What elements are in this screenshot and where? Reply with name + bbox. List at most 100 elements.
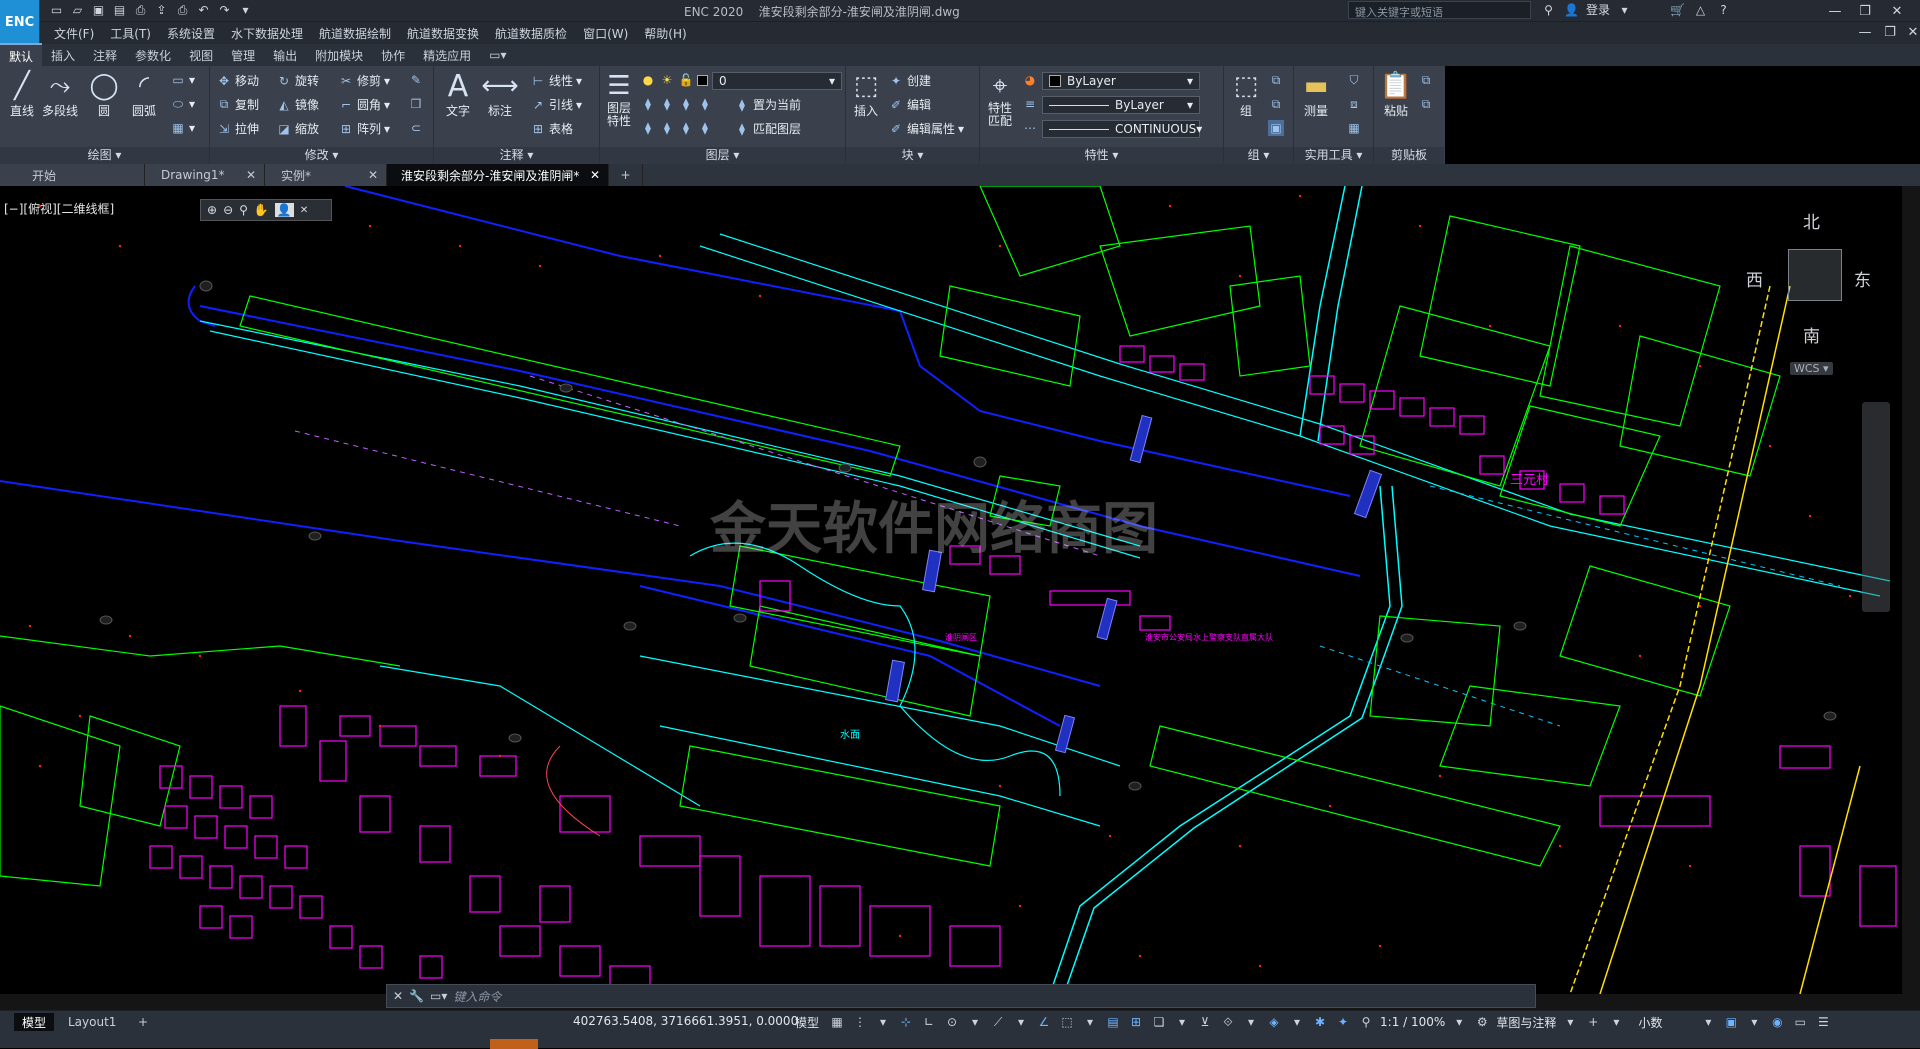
panel-modify-label[interactable]: 修改 ▾ (210, 147, 433, 164)
panel-draw-label[interactable]: 绘图 ▾ (0, 147, 209, 164)
tab-annotate[interactable]: 注释 (84, 44, 126, 67)
polar-icon[interactable]: ⊙ (943, 1013, 961, 1031)
cart-icon[interactable]: 🛒 (1669, 2, 1686, 18)
layer-combo[interactable]: 0 ▾ (712, 72, 842, 90)
customization-icon[interactable]: ☰ (1814, 1013, 1832, 1031)
hardware-accel-icon[interactable]: ▾ (1745, 1013, 1763, 1031)
user-view-icon[interactable]: 👤 (274, 203, 294, 217)
save-icon[interactable]: ▣ (90, 2, 107, 18)
scale-readout[interactable]: 1:1 / 100% (1380, 1015, 1445, 1029)
annotation-scale-icon[interactable]: ▾ (1242, 1013, 1260, 1031)
osnap-icon[interactable]: ▾ (1012, 1013, 1030, 1031)
tab-collaborate[interactable]: 协作 (372, 44, 414, 67)
cursor-coordinates[interactable]: 402763.5408, 3716661.3951, 0.0000 (573, 1014, 798, 1028)
copy-clip-button[interactable]: ⧉ (1418, 72, 1434, 88)
circle-button[interactable]: ◯ 圆 (88, 70, 120, 119)
save-as-icon[interactable]: ▤ (111, 2, 128, 18)
units-menu-icon[interactable]: ▾ (1699, 1013, 1717, 1031)
panel-annotation-label[interactable]: 注释 ▾ (434, 147, 599, 164)
close-icon[interactable]: ✕ (246, 168, 256, 182)
scale-button[interactable]: ◪ 缩放 (276, 120, 319, 137)
set-current-button[interactable]: ⧫ 置为当前 (734, 96, 801, 113)
viewcube[interactable] (1788, 249, 1842, 301)
menu-system[interactable]: 系统设置 (167, 25, 215, 42)
app-logo[interactable]: ENC (0, 0, 40, 44)
vertical-scrollbar[interactable] (1902, 186, 1920, 994)
restore-button[interactable]: ❐ (1850, 0, 1880, 22)
menu-qc-channel[interactable]: 航道数据质检 (495, 25, 567, 42)
quick-view-icon[interactable]: ▣ (1722, 1013, 1740, 1031)
navbar-close-icon[interactable]: ✕ (300, 205, 308, 216)
line-button[interactable]: ╱ 直线 (6, 70, 38, 119)
menu-transform-channel[interactable]: 航道数据变换 (407, 25, 479, 42)
units-icon[interactable]: ✦ (1334, 1013, 1352, 1031)
tab-model[interactable]: 模型 (14, 1013, 55, 1031)
group-button[interactable]: ⬚ 组 (1230, 70, 1262, 119)
table-button[interactable]: ⊞ 表格 (530, 120, 573, 137)
menu-tools[interactable]: 工具(T) (110, 25, 151, 42)
new-file-icon[interactable]: ▭ (48, 2, 65, 18)
zoom-extents-icon[interactable]: ⊕ (207, 203, 217, 217)
copy-button[interactable]: ⧉ 复制 (216, 96, 259, 113)
open-file-icon[interactable]: ▱ (69, 2, 86, 18)
menu-window[interactable]: 窗口(W) (583, 25, 628, 42)
quick-select-button[interactable]: ⛉ (1346, 72, 1362, 88)
workspace-switch[interactable]: 草图与注释 (1496, 1014, 1556, 1031)
insert-block-button[interactable]: ⬚ 插入 (850, 70, 882, 119)
tab-parametric[interactable]: 参数化 (126, 44, 180, 67)
array-button[interactable]: ⊞ 阵列 ▾ (338, 120, 390, 137)
workspace-menu-icon[interactable]: ▾ (1561, 1013, 1579, 1031)
dropdown-icon[interactable]: ▾ (1616, 2, 1633, 18)
user-icon[interactable]: 👤 (1563, 2, 1580, 18)
login-link[interactable]: 登录 (1586, 1, 1610, 18)
text-button[interactable]: A 文字 (442, 69, 474, 119)
infer-icon[interactable]: ▾ (874, 1013, 892, 1031)
tab-manage[interactable]: 管理 (222, 44, 264, 67)
panel-properties-label[interactable]: 特性 ▾ (980, 147, 1223, 164)
isodraft-icon[interactable]: ▾ (966, 1013, 984, 1031)
ortho-icon[interactable]: ∟ (920, 1013, 938, 1031)
redo-icon[interactable]: ↷ (216, 2, 233, 18)
lineweight-display-icon[interactable]: ∠ (1035, 1013, 1053, 1031)
panel-block-label[interactable]: 块 ▾ (846, 147, 979, 164)
viewcube-east[interactable]: 东 (1854, 266, 1871, 291)
panel-layers-label[interactable]: 图层 ▾ (600, 147, 845, 164)
linetype-combo[interactable]: CONTINUOUS ▾ (1042, 120, 1202, 138)
move-button[interactable]: ✥ 移动 (216, 72, 259, 89)
select-all-button[interactable]: ⧈ (1346, 96, 1362, 112)
settings-gear-icon[interactable]: ⚙ (1473, 1013, 1491, 1031)
viewcube-north[interactable]: 北 (1803, 208, 1820, 233)
explode-button[interactable]: ❒ (408, 96, 424, 112)
close-icon[interactable]: ✕ (590, 168, 600, 182)
customize-qat-icon[interactable]: ▾ (237, 2, 254, 18)
doc-tab-start[interactable]: 开始 (0, 164, 145, 186)
tab-featured-apps[interactable]: 精选应用 (414, 44, 480, 67)
command-history-icon[interactable]: ▭▾ (430, 989, 447, 1003)
hatch-button[interactable]: ▦ ▾ (170, 120, 195, 136)
doc-tab-current[interactable]: 淮安段剩余部分-淮安闸及淮阴闸* ✕ (387, 164, 609, 186)
edit-block-button[interactable]: ✐ 编辑 (888, 96, 931, 113)
minimize-button[interactable]: — (1820, 0, 1850, 22)
auto-scale-icon[interactable]: ⟐ (1219, 1013, 1237, 1031)
snap-icon[interactable]: ⋮ (851, 1013, 869, 1031)
close-button[interactable]: ✕ (1882, 0, 1912, 22)
color-combo[interactable]: ByLayer ▾ (1042, 72, 1200, 90)
panel-clipboard-label[interactable]: 剪贴板 (1374, 147, 1444, 164)
viewcube-south[interactable]: 南 (1803, 322, 1820, 347)
zoom-out-icon[interactable]: ⊖ (223, 203, 233, 217)
arc-button[interactable]: ◜ 圆弧 (128, 70, 160, 119)
annotation-visibility-icon[interactable]: ⊻ (1196, 1013, 1214, 1031)
search-input[interactable]: 键入关键字或短语 (1348, 1, 1531, 19)
ribbon-toggle-icon[interactable]: ▭▾ (480, 45, 515, 65)
navigation-bar[interactable] (1862, 402, 1890, 612)
doc-tab-example[interactable]: 实例* ✕ (265, 164, 387, 186)
clean-screen-icon[interactable]: ▭ (1791, 1013, 1809, 1031)
tab-output[interactable]: 输出 (264, 44, 306, 67)
rectangle-button[interactable]: ▭ ▾ (170, 72, 195, 88)
trim-button[interactable]: ✂ 修剪 ▾ (338, 72, 390, 89)
quick-properties-icon[interactable]: ⚲ (1357, 1013, 1375, 1031)
polyline-button[interactable]: ⤳ 多段线 (42, 70, 78, 119)
match-layer-button[interactable]: ⧫ 匹配图层 (734, 120, 801, 137)
dynamic-ucs-icon[interactable]: ⊞ (1127, 1013, 1145, 1031)
grid-icon[interactable]: ▦ (828, 1013, 846, 1031)
